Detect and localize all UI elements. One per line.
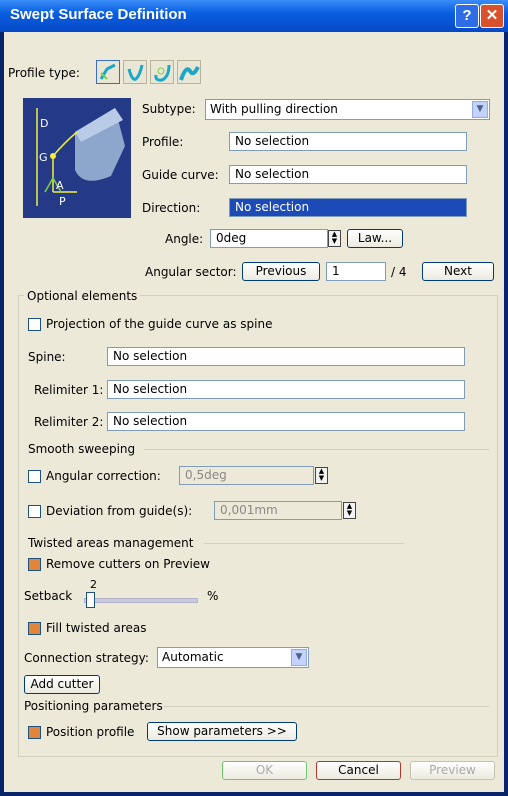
deviation-spinner[interactable]: ▲ ▼ [343, 502, 356, 519]
remove-cutters-checkbox[interactable] [28, 558, 41, 571]
guide-curve-field[interactable]: No selection [229, 165, 467, 184]
connection-strategy-select[interactable]: Automatic ▼ [157, 647, 309, 668]
twisted-areas-separator [204, 543, 404, 544]
projection-label: Projection of the guide curve as spine [46, 317, 273, 331]
circle-profile-icon[interactable] [123, 60, 147, 84]
fill-twisted-label: Fill twisted areas [46, 621, 147, 635]
ok-button[interactable]: OK [222, 761, 307, 780]
add-cutter-button[interactable]: Add cutter [24, 675, 100, 694]
optional-elements-title: Optional elements [24, 289, 141, 303]
twisted-areas-title: Twisted areas management [28, 536, 194, 550]
line-profile-icon[interactable] [96, 60, 120, 84]
direction-field[interactable]: No selection [229, 198, 467, 217]
angular-correction-spinner[interactable]: ▲ ▼ [315, 467, 328, 484]
profile-field[interactable]: No selection [229, 132, 467, 151]
angular-correction-field[interactable]: 0,5deg [179, 466, 314, 485]
angular-sector-field[interactable]: 1 [326, 262, 386, 281]
next-button[interactable]: Next [422, 262, 494, 281]
close-button[interactable]: ✕ [480, 4, 504, 28]
cancel-button[interactable]: Cancel [316, 761, 401, 780]
position-profile-checkbox[interactable] [28, 726, 41, 739]
connection-strategy-label: Connection strategy: [24, 651, 149, 665]
profile-label: Profile: [142, 135, 184, 149]
angular-sector-total: / 4 [391, 265, 407, 279]
relimiter1-field[interactable]: No selection [107, 380, 465, 399]
previous-button[interactable]: Previous [242, 262, 320, 281]
relimiter1-label: Relimiter 1: [34, 383, 104, 397]
help-button[interactable]: ? [455, 4, 479, 28]
deviation-checkbox[interactable] [28, 505, 41, 518]
preview-label-d: D [40, 117, 48, 130]
smooth-sweeping-title: Smooth sweeping [28, 442, 136, 456]
direction-label: Direction: [142, 201, 201, 215]
remove-cutters-label: Remove cutters on Preview [46, 557, 210, 571]
spine-field[interactable]: No selection [107, 347, 465, 366]
positioning-parameters-title: Positioning parameters [24, 699, 163, 713]
deviation-field[interactable]: 0,001mm [214, 501, 342, 520]
subtype-value: With pulling direction [210, 102, 338, 116]
preview-button[interactable]: Preview [410, 761, 495, 780]
preview-label-p: P [59, 195, 66, 208]
smooth-sweeping-separator [144, 449, 489, 450]
sweep-preview-image: D G A P [23, 98, 131, 218]
spine-label: Spine: [28, 350, 66, 364]
law-button[interactable]: Law... [347, 229, 403, 248]
angular-correction-label: Angular correction: [46, 469, 161, 483]
chevron-down-icon[interactable]: ▼ [291, 649, 307, 666]
relimiter2-label: Relimiter 2: [34, 415, 104, 429]
guide-curve-label: Guide curve: [142, 168, 219, 182]
angular-correction-checkbox[interactable] [28, 470, 41, 483]
conic-profile-icon[interactable] [150, 60, 174, 84]
setback-slider-thumb[interactable] [86, 592, 96, 608]
window-title: Swept Surface Definition [10, 6, 187, 23]
explicit-profile-icon[interactable] [177, 60, 201, 84]
position-profile-label: Position profile [46, 725, 135, 739]
subtype-label: Subtype: [142, 102, 196, 116]
chevron-down-icon[interactable]: ▼ [472, 101, 488, 118]
positioning-separator [164, 706, 489, 707]
angle-spinner[interactable]: ▲ ▼ [328, 230, 341, 247]
subtype-select[interactable]: With pulling direction ▼ [205, 99, 490, 120]
setback-value: 2 [90, 578, 97, 591]
angle-field[interactable]: 0deg [210, 229, 328, 248]
show-parameters-button[interactable]: Show parameters >> [147, 722, 297, 741]
dialog-body: Profile type: D G A P Subtype: With pull… [4, 32, 504, 792]
setback-slider-track[interactable] [84, 598, 198, 603]
deviation-label: Deviation from guide(s): [46, 504, 193, 518]
projection-checkbox[interactable] [28, 318, 41, 331]
fill-twisted-checkbox[interactable] [28, 622, 41, 635]
angular-sector-label: Angular sector: [145, 265, 237, 279]
setback-unit: % [207, 589, 219, 603]
angle-label: Angle: [165, 232, 204, 246]
profile-type-label: Profile type: [8, 66, 80, 80]
swept-surface-dialog: Swept Surface Definition ? ✕ Profile typ… [0, 0, 508, 796]
preview-label-a: A [56, 179, 64, 192]
title-bar[interactable]: Swept Surface Definition ? ✕ [0, 0, 508, 32]
relimiter2-field[interactable]: No selection [107, 412, 465, 431]
preview-label-g: G [39, 151, 48, 164]
connection-strategy-value: Automatic [162, 650, 224, 664]
setback-label: Setback [24, 589, 73, 603]
